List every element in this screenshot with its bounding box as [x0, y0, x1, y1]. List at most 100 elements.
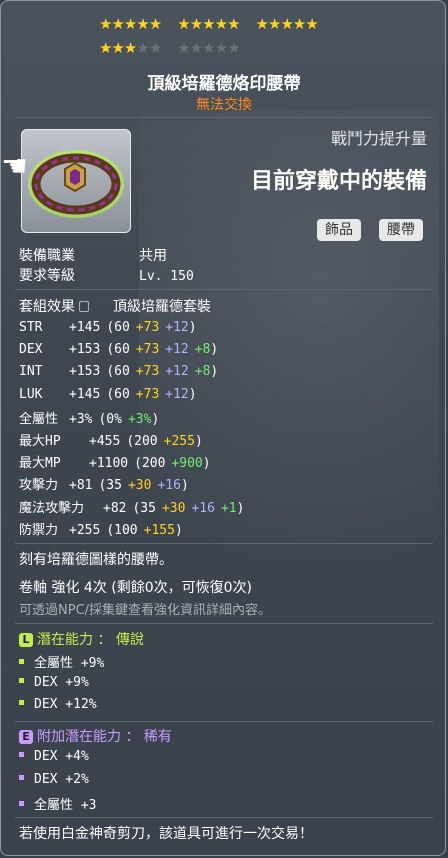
item-description: 刻有培羅德圖樣的腰帶。 — [19, 552, 173, 568]
stat-name: 防禦力 — [19, 522, 59, 538]
divider — [15, 721, 433, 722]
star-empty-icon: ★ — [189, 39, 203, 57]
combat-power-label: 戰鬥力提升量 — [330, 129, 427, 148]
requirement-value: 共用 — [139, 248, 167, 264]
stat-flame-bonus: +73 — [135, 320, 160, 335]
bullet-icon — [19, 700, 24, 705]
requirement-row: 裝備職業 共用 — [19, 245, 167, 265]
stat-row: STR +145 (60 +73 +12) — [19, 319, 197, 335]
enhancement-note: 可透過NPC/採集鍵查看強化資訊詳細內容。 — [19, 603, 272, 618]
bullet-icon — [19, 677, 24, 683]
stat-name: 全屬性 — [19, 411, 59, 427]
stat-star-bonus: +900 — [171, 456, 203, 472]
stat-close: ) — [210, 364, 219, 380]
stat-base: (60 — [106, 342, 130, 358]
stat-close: ) — [194, 434, 203, 449]
star-filled-icon: ★ — [227, 15, 240, 33]
star-empty-icon: ★ — [148, 39, 162, 57]
stat-row: 全屬性 +3% (0% +3%) — [19, 408, 159, 427]
stat-flame-bonus: +73 — [135, 342, 160, 358]
stat-row: 防禦力 +255 (100 +155) — [19, 519, 183, 538]
divider — [15, 117, 433, 118]
potential-header: L 潛在能力 ： 傳說 — [19, 629, 144, 649]
stat-row: LUK +145 (60 +73 +12) — [19, 386, 197, 402]
stat-scroll-bonus: +12 — [165, 364, 189, 380]
bullet-icon — [19, 774, 24, 780]
stat-row: 最大MP +1100 (200 +900) — [19, 452, 211, 471]
stat-name: 最大MP — [19, 456, 61, 472]
set-effect-label: 套組效果 — [19, 299, 75, 315]
star-filled-icon: ★ — [136, 15, 149, 33]
set-effect-value: 頂級培羅德套裝 — [113, 299, 211, 315]
star-filled-icon: ★ — [148, 15, 162, 33]
stat-total: +153 — [69, 342, 101, 358]
stat-row: 攻擊力 +81 (35 +30 +16) — [19, 474, 189, 493]
stat-name: DEX — [19, 342, 43, 358]
stat-scroll-bonus: +12 — [165, 342, 189, 358]
bonus-potential-header: E 附加潛在能力 ： 稀有 — [19, 726, 172, 746]
epic-badge-icon: E — [19, 730, 33, 744]
requirement-row: 要求等級 Lv. 150 — [19, 265, 194, 285]
requirement-value: Lv. 150 — [139, 269, 194, 284]
star-filled-icon: ★ — [202, 15, 215, 33]
stat-name: INT — [19, 364, 43, 380]
stat-star-bonus: +8 — [194, 364, 211, 380]
stat-total: +145 — [69, 386, 101, 402]
set-effect-row: 套組效果 頂級培羅德套裝 — [19, 296, 211, 316]
legendary-badge-icon: L — [19, 633, 33, 647]
stat-base: (35 — [132, 500, 156, 516]
stat-name: STR — [19, 320, 43, 335]
bullet-icon — [19, 801, 24, 806]
potential-title: 潛在能力 ： 傳說 — [37, 632, 144, 648]
combat-power-value: 目前穿戴中的裝備 — [250, 169, 427, 194]
potential-text: DEX +12% — [34, 697, 97, 712]
stat-close: ) — [180, 478, 189, 494]
requirement-label: 裝備職業 — [19, 248, 75, 264]
potential-line: 全屬性 +3 — [19, 794, 96, 813]
stat-row: DEX +153 (60 +73 +12 +8) — [19, 341, 218, 357]
star-filled-icon: ★ — [99, 15, 112, 33]
star-filled-icon: ★ — [111, 39, 124, 57]
potential-line: 全屬性 +9% — [19, 652, 104, 671]
stat-base: (60 — [106, 320, 130, 335]
stat-total: +3% — [69, 411, 93, 427]
stat-total: +1100 — [89, 456, 129, 472]
stat-row: 魔法攻擊力 +82 (35 +30 +16 +1) — [19, 497, 244, 516]
stat-scroll-bonus: +12 — [165, 386, 189, 402]
star-filled-icon: ★ — [292, 15, 306, 33]
potential-text: DEX +9% — [34, 674, 89, 690]
star-filled-icon: ★ — [267, 15, 281, 33]
item-icon-frame — [21, 129, 131, 233]
divider — [15, 817, 433, 818]
star-empty-icon: ★ — [227, 39, 240, 57]
stat-base: (200 — [134, 456, 166, 472]
divider — [15, 543, 433, 544]
stat-row: INT +153 (60 +73 +12 +8) — [19, 363, 218, 379]
star-filled-icon: ★ — [255, 15, 269, 33]
stat-base: (100 — [106, 522, 138, 538]
stat-row: 最大HP +455 (200 +255) — [19, 430, 203, 449]
stat-scroll-bonus: +16 — [191, 500, 215, 516]
divider — [15, 623, 433, 624]
stat-base: (35 — [98, 478, 122, 494]
potential-text: 全屬性 +3 — [34, 798, 97, 813]
star-force-row-1: ★★★★★ ★★★★★ ★★★★★ — [99, 15, 319, 33]
stat-total: +81 — [69, 478, 93, 494]
stat-total: +455 — [89, 434, 121, 449]
bullet-icon — [19, 752, 24, 757]
requirement-label: 要求等級 — [19, 268, 75, 284]
star-filled-icon: ★ — [123, 15, 137, 33]
stat-star-bonus: +3% — [127, 411, 152, 427]
stat-close: ) — [188, 320, 197, 335]
stat-close: ) — [174, 522, 183, 538]
star-empty-icon: ★ — [136, 39, 149, 57]
enhancement-info: 卷軸 強化 4次 (剩餘0次，可恢復0次) — [19, 580, 252, 596]
star-empty-icon: ★ — [214, 39, 228, 57]
stat-flame-bonus: +255 — [163, 434, 195, 449]
star-empty-icon: ★ — [202, 39, 215, 57]
stat-close: ) — [210, 342, 219, 358]
stat-star-bonus: +8 — [194, 342, 211, 358]
potential-line: DEX +4% — [19, 749, 89, 764]
potential-line: DEX +12% — [19, 697, 97, 712]
stat-flame-bonus: +73 — [135, 386, 160, 402]
